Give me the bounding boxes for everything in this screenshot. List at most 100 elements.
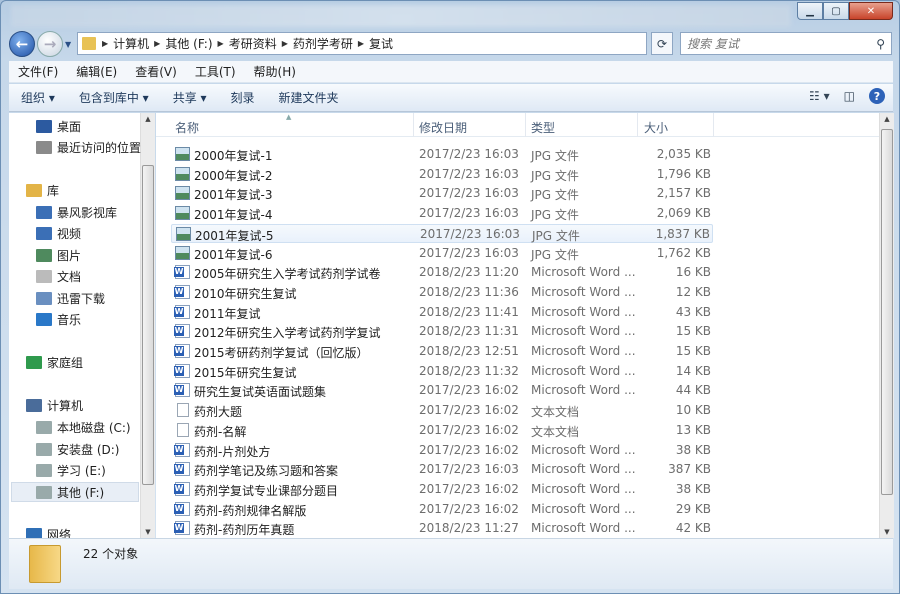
new-folder-button[interactable]: 新建文件夹 [267, 89, 351, 106]
file-row[interactable]: 2015年研究生复试 2018/2/23 11:32 Microsoft Wor… [171, 362, 713, 381]
file-type: JPG 文件 [531, 208, 579, 223]
doc-file-icon [174, 501, 190, 516]
sidebar-item-icon [36, 420, 52, 434]
file-row[interactable]: 药剂-药剂历年真题 2018/2/23 11:27 Microsoft Word… [171, 519, 713, 538]
sidebar-item[interactable]: 视频 [36, 223, 81, 243]
maximize-button[interactable]: ▢ [823, 2, 849, 20]
file-size: 16 KB [675, 265, 711, 280]
file-row[interactable]: 2010年研究生复试 2018/2/23 11:36 Microsoft Wor… [171, 283, 713, 302]
sidebar-item[interactable]: 音乐 [36, 309, 81, 329]
file-size: 44 KB [675, 383, 711, 398]
sidebar-item[interactable]: 最近访问的位置 [36, 137, 141, 157]
file-size: 38 KB [675, 481, 711, 496]
sidebar-item[interactable]: 安装盘 (D:) [36, 439, 119, 459]
breadcrumb-fushi[interactable]: 复试 [369, 35, 393, 52]
preview-pane-button[interactable]: ◫ [844, 89, 855, 103]
forward-button[interactable]: → [37, 31, 63, 57]
scroll-down-arrow[interactable]: ▼ [141, 528, 155, 536]
sidebar-item-label: 音乐 [57, 312, 82, 327]
navigation-buttons: ← → ▼ [9, 31, 71, 57]
help-icon[interactable]: ? [869, 88, 885, 104]
file-list-scrollbar[interactable]: ▲ ▼ [879, 113, 894, 538]
column-date[interactable]: 修改日期 [419, 119, 467, 136]
breadcrumb-drive-f[interactable]: 其他 (F:) [165, 35, 212, 52]
scroll-thumb[interactable] [142, 165, 154, 485]
sidebar-item-label: 计算机 [47, 398, 84, 413]
file-row[interactable]: 药剂学复试专业课部分题目 2017/2/23 16:02 Microsoft W… [171, 480, 713, 499]
sidebar-item[interactable]: 本地磁盘 (C:) [36, 417, 131, 437]
scroll-thumb[interactable] [881, 129, 893, 495]
chevron-right-icon[interactable]: ▶ [154, 39, 160, 48]
menu-edit[interactable]: 编辑(E) [67, 63, 126, 80]
search-icon[interactable]: ⚲ [876, 37, 885, 51]
address-bar[interactable]: ▶ 计算机 ▶ 其他 (F:) ▶ 考研资料 ▶ 药剂学考研 ▶ 复试 [77, 32, 647, 55]
file-row[interactable]: 2001年复试-5 2017/2/23 16:03 JPG 文件 1,837 K… [171, 223, 713, 243]
file-type: Microsoft Word ... [531, 284, 636, 299]
nav-scrollbar[interactable]: ▲ ▼ [140, 113, 155, 538]
sidebar-item[interactable]: 其他 (F:) [11, 482, 139, 502]
column-type[interactable]: 类型 [531, 119, 555, 136]
breadcrumb-computer[interactable]: 计算机 [113, 35, 149, 52]
column-size[interactable]: 大小 [644, 119, 668, 136]
recent-pages-dropdown[interactable]: ▼ [65, 40, 71, 49]
close-button[interactable]: ✕ [849, 2, 893, 20]
column-divider[interactable] [713, 113, 714, 137]
sidebar-item[interactable]: 家庭组 [26, 352, 83, 372]
column-divider[interactable] [637, 113, 638, 137]
scroll-up-arrow[interactable]: ▲ [141, 115, 155, 123]
back-button[interactable]: ← [9, 31, 35, 57]
chevron-right-icon[interactable]: ▶ [358, 39, 364, 48]
minimize-button[interactable]: ▁ [797, 2, 823, 20]
chevron-right-icon[interactable]: ▶ [282, 39, 288, 48]
sidebar-item[interactable]: 计算机 [26, 395, 83, 415]
sidebar-item[interactable]: 桌面 [36, 116, 81, 136]
file-row[interactable]: 2012年研究生入学考试药剂学复试 2018/2/23 11:31 Micros… [171, 322, 713, 341]
txt-file-icon [177, 403, 189, 418]
details-pane: 22 个对象 [9, 538, 893, 589]
file-row[interactable]: 2001年复试-6 2017/2/23 16:03 JPG 文件 1,762 K… [171, 244, 713, 263]
file-date: 2017/2/23 16:03 [419, 166, 519, 181]
include-in-library-button[interactable]: 包含到库中 ▾ [67, 89, 161, 106]
breadcrumb-kaoyan[interactable]: 考研资料 [229, 35, 277, 52]
file-row[interactable]: 2015考研药剂学复试（回忆版） 2018/2/23 12:51 Microso… [171, 342, 713, 361]
file-row[interactable]: 药剂-片剂处方 2017/2/23 16:02 Microsoft Word .… [171, 441, 713, 460]
folder-icon [29, 545, 61, 583]
doc-file-icon [174, 383, 190, 398]
sidebar-item[interactable]: 暴风影视库 [36, 202, 117, 222]
file-row[interactable]: 药剂学笔记及练习题和答案 2017/2/23 16:03 Microsoft W… [171, 460, 713, 479]
chevron-right-icon[interactable]: ▶ [218, 39, 224, 48]
sidebar-item[interactable]: 图片 [36, 245, 81, 265]
column-name[interactable]: 名称 [175, 119, 199, 136]
file-row[interactable]: 2001年复试-4 2017/2/23 16:03 JPG 文件 2,069 K… [171, 204, 713, 223]
refresh-button[interactable]: ⟳ [651, 32, 673, 55]
column-divider[interactable] [413, 113, 414, 137]
search-input[interactable]: 搜索 复试 ⚲ [680, 32, 892, 55]
file-name: 2005年研究生入学考试药剂学试卷 [194, 267, 381, 282]
file-row[interactable]: 药剂-药剂规律名解版 2017/2/23 16:02 Microsoft Wor… [171, 500, 713, 519]
organize-button[interactable]: 组织 ▾ [9, 89, 67, 106]
sidebar-item[interactable]: 迅雷下载 [36, 288, 105, 308]
breadcrumb-yaojixue[interactable]: 药剂学考研 [293, 35, 353, 52]
scroll-down-arrow[interactable]: ▼ [880, 528, 894, 536]
scroll-up-arrow[interactable]: ▲ [880, 115, 894, 123]
sidebar-item[interactable]: 学习 (E:) [36, 460, 106, 480]
menu-view[interactable]: 查看(V) [126, 63, 186, 80]
view-options-button[interactable]: ☷ ▾ [809, 89, 830, 103]
file-row[interactable]: 研究生复试英语面试题集 2017/2/23 16:02 Microsoft Wo… [171, 381, 713, 400]
share-button[interactable]: 共享 ▾ [161, 89, 219, 106]
menu-tools[interactable]: 工具(T) [186, 63, 245, 80]
chevron-right-icon[interactable]: ▶ [102, 39, 108, 48]
file-row[interactable]: 2000年复试-2 2017/2/23 16:03 JPG 文件 1,796 K… [171, 165, 713, 184]
sidebar-item[interactable]: 文档 [36, 266, 81, 286]
file-row[interactable]: 2005年研究生入学考试药剂学试卷 2018/2/23 11:20 Micros… [171, 263, 713, 282]
file-row[interactable]: 药剂大题 2017/2/23 16:02 文本文档 10 KB [171, 401, 713, 420]
menu-help[interactable]: 帮助(H) [245, 63, 305, 80]
column-divider[interactable] [525, 113, 526, 137]
file-row[interactable]: 2000年复试-1 2017/2/23 16:03 JPG 文件 2,035 K… [171, 145, 713, 164]
file-row[interactable]: 药剂-名解 2017/2/23 16:02 文本文档 13 KB [171, 421, 713, 440]
file-row[interactable]: 2001年复试-3 2017/2/23 16:03 JPG 文件 2,157 K… [171, 184, 713, 203]
menu-file[interactable]: 文件(F) [9, 63, 67, 80]
burn-button[interactable]: 刻录 [219, 89, 267, 106]
file-row[interactable]: 2011年复试 2018/2/23 11:41 Microsoft Word .… [171, 303, 713, 322]
sidebar-item[interactable]: 库 [26, 180, 59, 200]
